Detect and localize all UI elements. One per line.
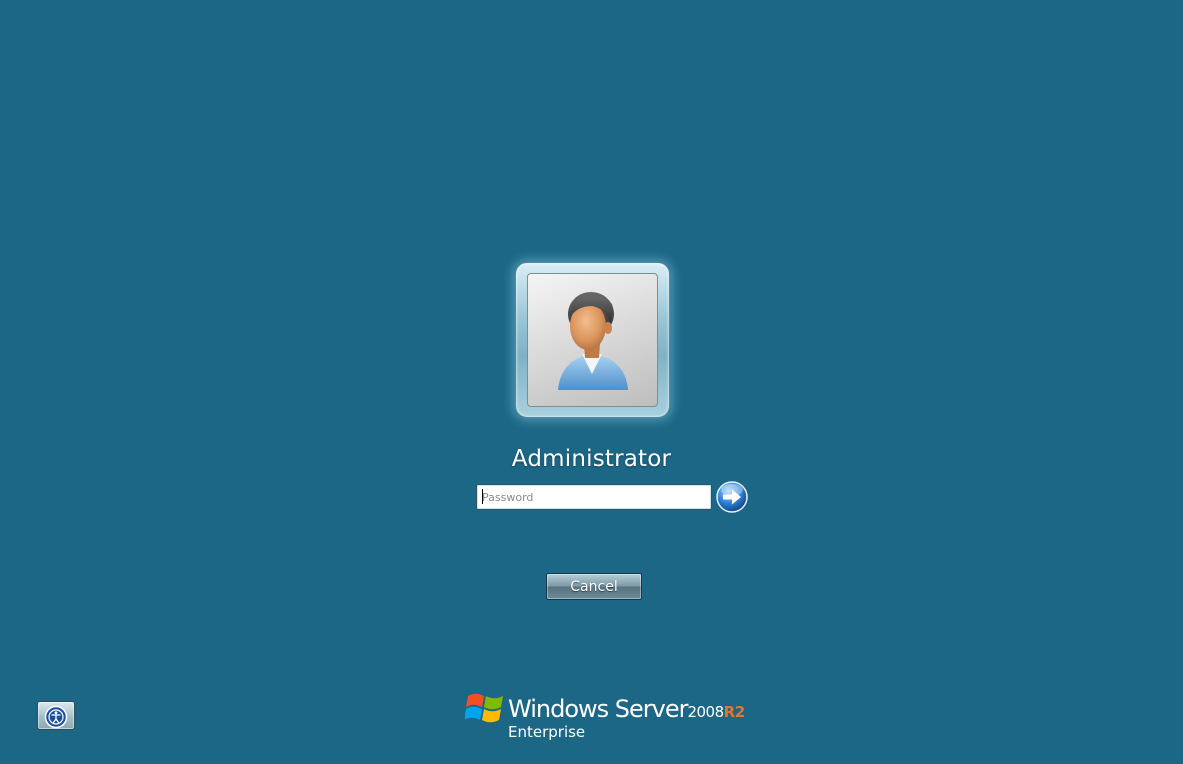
product-release: R2 [723, 703, 746, 721]
arrow-right-icon [716, 481, 748, 513]
windows-flag-icon [465, 693, 503, 723]
user-tile [515, 262, 670, 418]
cancel-button[interactable]: Cancel [546, 573, 642, 600]
product-name: Windows Server2008R2 [508, 695, 745, 723]
ease-of-access-button[interactable] [37, 701, 75, 730]
product-version: 2008 [687, 703, 724, 721]
ease-of-access-icon [44, 705, 68, 728]
product-edition: Enterprise [508, 723, 586, 741]
windows-branding: Windows Server2008R2 Enterprise [465, 688, 745, 744]
user-avatar-icon [527, 273, 658, 407]
text-caret [482, 489, 483, 504]
password-input[interactable] [476, 484, 712, 510]
product-title: Windows Server [508, 695, 688, 723]
submit-arrow-button[interactable] [716, 481, 748, 513]
username-label: Administrator [511, 446, 672, 472]
